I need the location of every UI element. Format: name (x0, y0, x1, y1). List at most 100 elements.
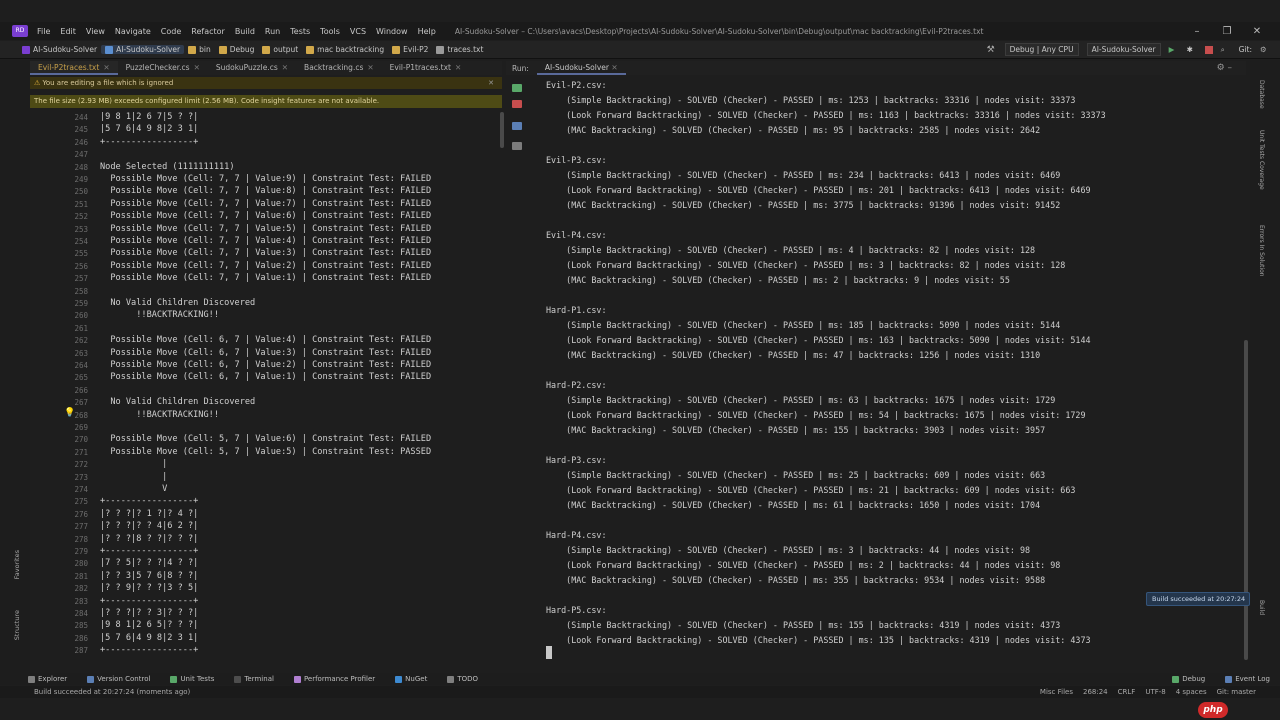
layout-icon[interactable] (512, 122, 522, 130)
result-line: (Simple Backtracking) - SOLVED (Checker)… (546, 95, 1076, 105)
line-number: 259 (74, 299, 88, 308)
menu-code[interactable]: Code (156, 27, 186, 36)
close-tab-icon[interactable]: ✕ (194, 63, 200, 72)
close-tab-icon[interactable]: ✕ (455, 63, 461, 72)
menu-file[interactable]: File (32, 27, 55, 36)
database-tab[interactable]: Database (1258, 80, 1265, 109)
menu-vcs[interactable]: VCS (345, 27, 371, 36)
editor-line: | (100, 471, 168, 482)
status-message[interactable]: Build succeeded at 20:27:24 (moments ago… (0, 688, 190, 696)
breadcrumb: AI-Sudoku-Solver AI-Sudoku-Solver bin Debug… (0, 45, 487, 54)
line-number: 287 (74, 646, 88, 656)
version-control-tab[interactable]: Version Control (77, 675, 160, 683)
breadcrumb-item[interactable]: Debug (215, 45, 259, 54)
stop-icon[interactable] (1204, 45, 1213, 54)
run-tab-label: AI-Sudoku-Solver (544, 63, 609, 72)
editor-tab-label: SudokuPuzzle.cs (215, 63, 278, 72)
favorites-tab[interactable]: Favorites (13, 550, 21, 579)
stop-run-icon[interactable] (512, 100, 522, 108)
menu-window[interactable]: Window (371, 27, 413, 36)
event-log-tab[interactable]: Event Log (1215, 675, 1280, 683)
close-tab-icon[interactable]: ✕ (103, 63, 109, 72)
run-tab-ai-sudoku-solver[interactable]: AI-Sudoku-Solver ✕ (536, 61, 626, 75)
structure-tab[interactable]: Structure (13, 610, 21, 640)
breadcrumb-item[interactable]: mac backtracking (302, 45, 388, 54)
editor-tab[interactable]: SudokuPuzzle.cs ✕ (208, 61, 296, 75)
close-banner-icon[interactable]: ✕ (488, 77, 494, 89)
performance-profiler-tab[interactable]: Performance Profiler (284, 675, 385, 683)
run-icon[interactable]: ▶ (1169, 45, 1179, 55)
line-number: 275 (74, 497, 88, 507)
nuget-tab[interactable]: NuGet (385, 675, 437, 683)
build-tab[interactable]: Build (1258, 600, 1265, 615)
menu-navigate[interactable]: Navigate (110, 27, 156, 36)
editor-line: Possible Move (Cell: 7, 7 | Value:4) | C… (100, 236, 432, 246)
folder-icon (306, 45, 315, 54)
menu-build[interactable]: Build (230, 27, 260, 36)
editor-tab[interactable]: Evil-P2traces.txt ✕ (30, 61, 118, 75)
breadcrumb-item[interactable]: bin (184, 45, 215, 54)
todo-tab[interactable]: TODO (437, 675, 488, 683)
console-scrollbar[interactable] (1244, 340, 1248, 660)
pin-icon[interactable] (512, 142, 522, 150)
editor-tab[interactable]: Backtracking.cs ✕ (296, 61, 382, 75)
breadcrumb-item[interactable]: Evil-P2 (388, 45, 432, 54)
menu-tools[interactable]: Tools (315, 27, 345, 36)
terminal-tab[interactable]: Terminal (224, 675, 284, 683)
editor-line: Possible Move (Cell: 6, 7 | Value:3) | C… (100, 347, 432, 358)
errors-in-solution-tab[interactable]: Errors In Solution (1258, 225, 1265, 277)
minimize-icon[interactable]: – (1182, 26, 1212, 37)
breadcrumb-item[interactable]: AI-Sudoku-Solver (101, 45, 185, 54)
editor-tab[interactable]: Evil-P1traces.txt ✕ (382, 61, 470, 75)
lightbulb-icon[interactable]: 💡 (64, 408, 75, 418)
menu-view[interactable]: View (81, 27, 110, 36)
close-icon[interactable]: ✕ (1242, 26, 1272, 37)
menu-help[interactable]: Help (413, 27, 441, 36)
search-icon[interactable]: ⌕ (1221, 45, 1231, 55)
version-control-label: Version Control (97, 675, 151, 683)
line-number: 256 (74, 261, 88, 271)
rerun-icon[interactable] (512, 84, 522, 92)
misc-files[interactable]: Misc Files (1040, 688, 1073, 696)
gear-icon[interactable]: ⚙ – (1217, 63, 1246, 73)
project-select[interactable]: AI-Sudoku-Solver (1086, 43, 1161, 56)
menu-tests[interactable]: Tests (285, 27, 315, 36)
editor-tab[interactable]: PuzzleChecker.cs ✕ (118, 61, 208, 75)
restore-icon[interactable]: ❐ (1212, 26, 1242, 37)
editor-line: !!BACKTRACKING!! (100, 409, 219, 420)
settings-icon[interactable]: ⚙ (1260, 45, 1270, 55)
result-line: (Look Forward Backtracking) - SOLVED (Ch… (546, 260, 1066, 270)
menu-edit[interactable]: Edit (55, 27, 81, 36)
file-encoding[interactable]: UTF-8 (1145, 688, 1165, 696)
close-tab-icon[interactable]: ✕ (611, 63, 617, 72)
breadcrumb-item[interactable]: traces.txt (432, 45, 487, 54)
line-number: 253 (74, 224, 88, 234)
line-number: 269 (74, 423, 88, 432)
breadcrumb-item[interactable]: AI-Sudoku-Solver (18, 45, 101, 54)
build-notification[interactable]: Build succeeded at 20:27:24 (1146, 592, 1250, 606)
file-size-banner: The file size (2.93 MB) exceeds configur… (30, 95, 502, 108)
indent-setting[interactable]: 4 spaces (1176, 688, 1207, 696)
breadcrumb-item[interactable]: output (258, 45, 302, 54)
breadcrumb-label: AI-Sudoku-Solver (116, 45, 181, 54)
debug-icon[interactable]: ✱ (1187, 45, 1197, 55)
editor-line: Node Selected (1111111111) (100, 161, 235, 172)
unit-tests-tab[interactable]: Unit Tests (160, 675, 224, 683)
explorer-tab[interactable]: Explorer (18, 675, 77, 683)
text-editor[interactable]: 244 |9 8 1|2 6 7|5 ? ?| 245 |5 7 6|4 9 8|2 … (30, 110, 504, 668)
debug-tab[interactable]: Debug (1162, 675, 1215, 683)
close-tab-icon[interactable]: ✕ (282, 63, 288, 72)
editor-scrollbar[interactable] (500, 112, 504, 148)
menu-run[interactable]: Run (260, 27, 285, 36)
menu-refactor[interactable]: Refactor (186, 27, 230, 36)
line-number: 273 (74, 472, 88, 482)
run-console[interactable]: Evil-P2.csv: (Simple Backtracking) - SOL… (530, 76, 1242, 666)
close-tab-icon[interactable]: ✕ (367, 63, 373, 72)
line-separator[interactable]: CRLF (1118, 688, 1136, 696)
hammer-icon[interactable]: ⚒ (987, 45, 997, 55)
terminal-icon (234, 675, 242, 683)
unit-tests-coverage-tab[interactable]: Unit Tests Coverage (1258, 130, 1265, 190)
git-branch[interactable]: Git: master (1217, 688, 1256, 696)
caret-position[interactable]: 268:24 (1083, 688, 1108, 696)
configuration-select[interactable]: Debug | Any CPU (1004, 43, 1079, 56)
